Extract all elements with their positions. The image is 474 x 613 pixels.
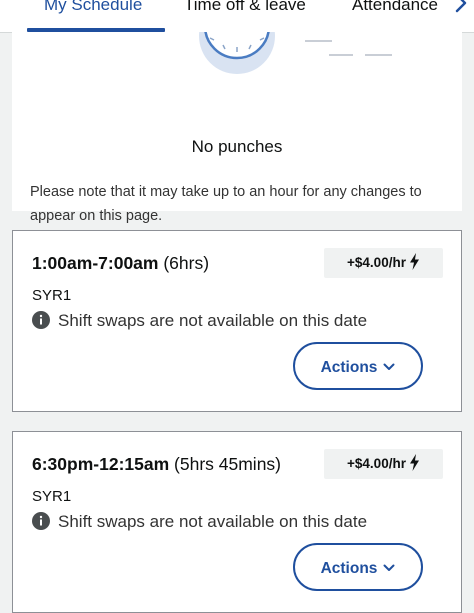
shift-time-range: 1:00am-7:00am [32,253,159,273]
shift-site: SYR1 [32,287,72,304]
actions-button[interactable]: Actions [293,543,423,591]
swap-availability: Shift swaps are not available on this da… [32,511,367,533]
lightning-bolt-icon [409,253,419,271]
actions-button[interactable]: Actions [293,342,423,390]
tab-my-schedule[interactable]: My Schedule [44,0,142,16]
actions-button-label: Actions [320,560,378,577]
info-circle-icon [32,512,50,531]
chevron-right-icon[interactable] [452,0,470,16]
premium-pay-label: +$4.00/hr [347,255,406,270]
empty-state-title: No punches [191,137,283,156]
premium-pay-badge: +$4.00/hr [324,248,443,278]
shift-time: 1:00am-7:00am (6hrs) [32,252,209,274]
swap-note: Shift swaps are not available on this da… [58,512,368,531]
premium-pay-label: +$4.00/hr [347,456,406,471]
tab-time-off-leave[interactable]: Time off & leave [184,0,306,16]
info-circle-icon [32,311,50,330]
shift-card: 6:30pm-12:15am (5hrs 45mins) +$4.00/hr S… [12,431,462,613]
chevron-down-icon [383,564,395,571]
shift-site: SYR1 [32,488,72,505]
actions-button-label: Actions [320,359,378,376]
chevron-down-icon [383,363,395,370]
tab-attendance[interactable]: Attendance [352,0,444,16]
tab-bar: My Schedule Time off & leave Attendance [0,0,474,33]
shift-card: 1:00am-7:00am (6hrs) +$4.00/hr SYR1 Shif… [12,230,462,412]
update-delay-note: Please note that it may take up to an ho… [30,184,422,224]
shift-duration: (6hrs) [163,253,210,273]
premium-pay-badge: +$4.00/hr [324,449,443,479]
swap-availability: Shift swaps are not available on this da… [32,310,367,332]
shift-time: 6:30pm-12:15am (5hrs 45mins) [32,453,281,475]
lightning-bolt-icon [409,454,419,472]
shift-duration: (5hrs 45mins) [174,454,282,474]
clock-illustration-icon [199,32,392,74]
punches-card: No punches Please note that it may take … [12,32,462,224]
shift-time-range: 6:30pm-12:15am [32,454,170,474]
swap-note: Shift swaps are not available on this da… [58,311,368,330]
